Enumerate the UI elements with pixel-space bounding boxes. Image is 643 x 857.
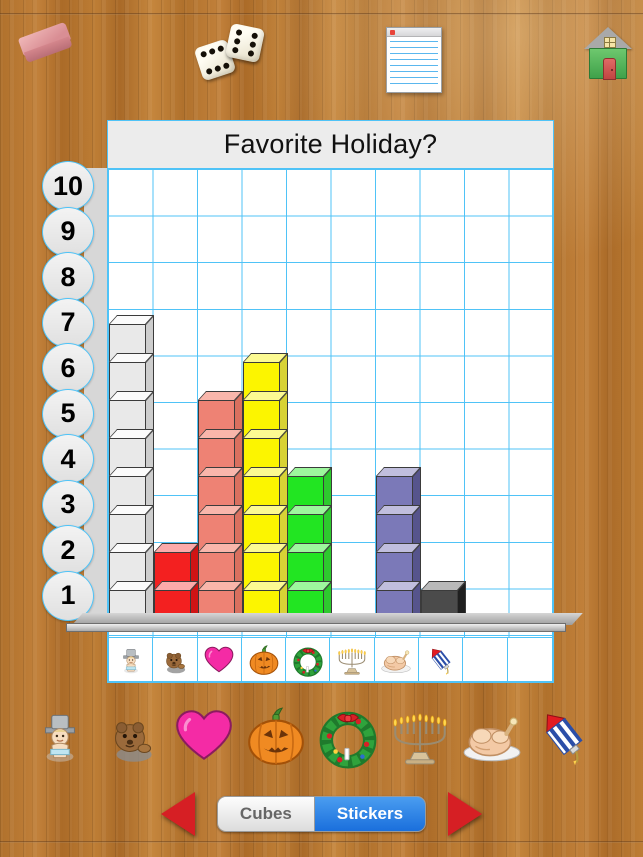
sticker-firework-icon bbox=[424, 643, 458, 677]
category-sticker-strip bbox=[108, 637, 553, 682]
y-axis-label-10: 10 bbox=[42, 161, 94, 211]
die-right bbox=[224, 22, 266, 64]
sticker-empty-10-cell[interactable] bbox=[508, 638, 552, 681]
palette-menorah-icon bbox=[387, 703, 453, 769]
y-axis-label-2: 2 bbox=[42, 525, 94, 575]
palette-firework-icon bbox=[531, 703, 597, 769]
home-icon[interactable] bbox=[584, 27, 632, 80]
sticker-wreath-cell[interactable] bbox=[286, 638, 331, 681]
bottom-control-bar: Cubes Stickers bbox=[0, 786, 643, 842]
sticker-menorah-icon bbox=[335, 643, 369, 677]
palette-firework[interactable] bbox=[528, 692, 600, 780]
sticker-palette bbox=[24, 692, 619, 780]
palette-heart-icon bbox=[171, 703, 237, 769]
eraser-icon[interactable] bbox=[17, 21, 78, 71]
mode-stickers-button[interactable]: Stickers bbox=[313, 797, 426, 831]
sticker-heart-cell[interactable] bbox=[198, 638, 242, 681]
shelf-front-edge bbox=[66, 623, 566, 632]
sticker-groundhog-cell[interactable] bbox=[153, 638, 198, 681]
palette-new-year-baby-icon bbox=[27, 703, 93, 769]
sticker-pumpkin-icon bbox=[247, 643, 281, 677]
y-axis-label-6: 6 bbox=[42, 343, 94, 393]
home-body bbox=[589, 37, 627, 80]
sticker-turkey-icon bbox=[379, 643, 413, 677]
sticker-menorah-cell[interactable] bbox=[330, 638, 375, 681]
bar-thanksgiving[interactable] bbox=[376, 467, 422, 628]
sticker-new-year-baby-cell[interactable] bbox=[109, 638, 154, 681]
home-doorknob bbox=[611, 69, 613, 71]
palette-groundhog-icon bbox=[99, 703, 165, 769]
y-axis-label-8: 8 bbox=[42, 252, 94, 302]
sticker-heart-icon bbox=[202, 643, 236, 677]
home-door bbox=[603, 58, 616, 80]
palette-wreath-icon bbox=[315, 703, 381, 769]
bar-halloween[interactable] bbox=[242, 353, 288, 628]
sticker-firework-cell[interactable] bbox=[419, 638, 464, 681]
palette-turkey[interactable] bbox=[456, 692, 528, 780]
table-icon-titlebar bbox=[387, 28, 441, 37]
palette-new-year-baby[interactable] bbox=[24, 692, 96, 780]
y-axis-label-7: 7 bbox=[42, 297, 94, 348]
sticker-wreath-icon bbox=[291, 643, 325, 677]
dice-icon[interactable] bbox=[193, 22, 268, 85]
bar-new-year[interactable] bbox=[109, 315, 155, 628]
top-toolbar bbox=[0, 13, 643, 98]
sticker-turkey-cell[interactable] bbox=[375, 638, 420, 681]
y-axis-label-5: 5 bbox=[42, 388, 94, 439]
table-icon-dot bbox=[390, 30, 395, 35]
mode-segmented-control: Cubes Stickers bbox=[216, 796, 427, 832]
y-axis-label-9: 9 bbox=[42, 206, 94, 257]
mode-cubes-button[interactable]: Cubes bbox=[217, 797, 314, 831]
prev-arrow-button[interactable] bbox=[160, 792, 195, 836]
bar-stacks bbox=[107, 168, 554, 628]
chart-title: Favorite Holiday? bbox=[108, 121, 553, 169]
next-arrow-button[interactable] bbox=[448, 792, 483, 836]
bar-christmas[interactable] bbox=[287, 467, 333, 628]
shelf-tray bbox=[66, 613, 583, 635]
palette-pumpkin-icon bbox=[243, 703, 309, 769]
table-icon[interactable] bbox=[386, 27, 442, 93]
palette-heart[interactable] bbox=[168, 692, 240, 780]
palette-pumpkin[interactable] bbox=[240, 692, 312, 780]
palette-menorah[interactable] bbox=[384, 692, 456, 780]
palette-turkey-icon bbox=[459, 703, 525, 769]
y-axis-label-3: 3 bbox=[42, 479, 94, 530]
home-window bbox=[604, 37, 616, 48]
palette-wreath[interactable] bbox=[312, 692, 384, 780]
y-axis-label-4: 4 bbox=[42, 434, 94, 484]
sticker-new-year-baby-icon bbox=[114, 643, 148, 677]
sticker-empty-9-cell[interactable] bbox=[463, 638, 508, 681]
table-icon-grid bbox=[390, 41, 438, 89]
bar-valentines[interactable] bbox=[198, 391, 244, 628]
sticker-groundhog-icon bbox=[158, 643, 192, 677]
sticker-pumpkin-cell[interactable] bbox=[242, 638, 287, 681]
palette-groundhog[interactable] bbox=[96, 692, 168, 780]
